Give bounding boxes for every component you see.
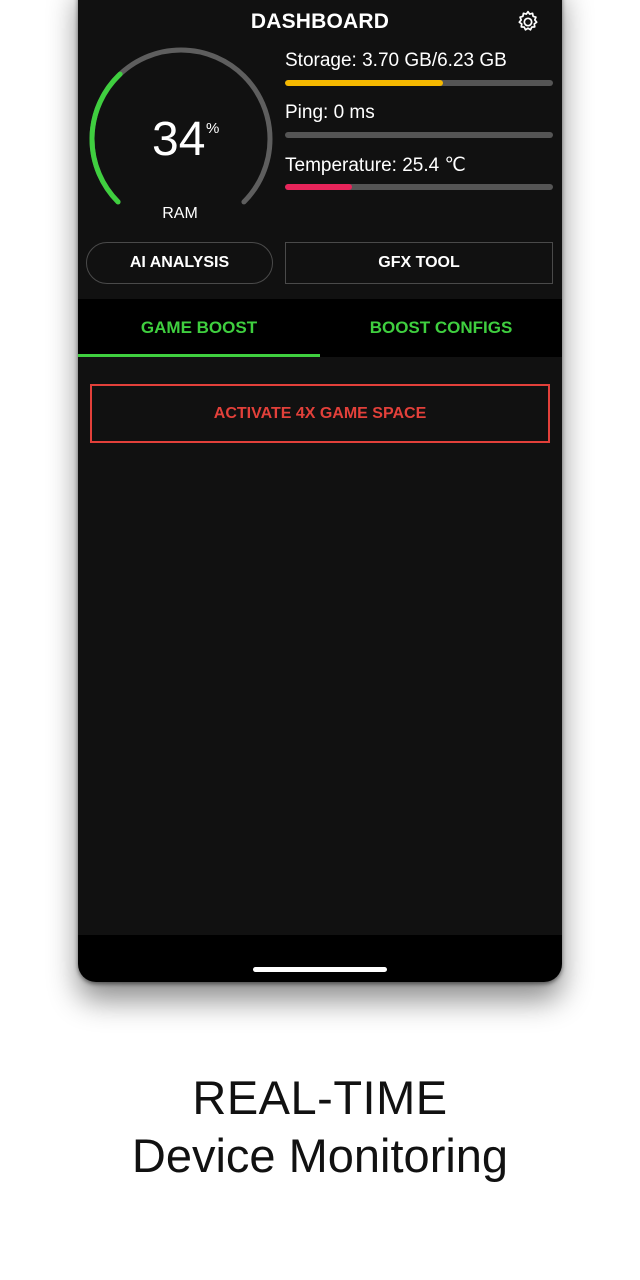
gear-icon[interactable] [515, 9, 541, 35]
gauge-fill [89, 71, 123, 205]
tab-bar: GAME BOOST BOOST CONFIGS [78, 299, 562, 357]
tab-boost-configs[interactable]: BOOST CONFIGS [320, 299, 562, 357]
ai-analysis-button[interactable]: AI ANALYSIS [86, 242, 273, 284]
ping-bar [285, 132, 553, 138]
temperature-label: Temperature: 25.4 ℃ [285, 155, 466, 176]
temperature-bar-fill [285, 184, 352, 190]
storage-label: Storage: 3.70 GB/6.23 GB [285, 50, 507, 71]
active-tab-indicator [78, 354, 320, 357]
dashboard-screen: DASHBOARD 34 % RAM Storage: 3.70 GB/6.23… [78, 0, 562, 935]
ram-unit: % [206, 120, 220, 137]
home-indicator[interactable] [253, 967, 387, 972]
promo-caption-subtitle: Device Monitoring [131, 1129, 509, 1182]
ping-label: Ping: 0 ms [285, 102, 375, 123]
temperature-bar [285, 184, 553, 190]
phone-frame: DASHBOARD 34 % RAM Storage: 3.70 GB/6.23… [78, 0, 562, 982]
tab-game-boost[interactable]: GAME BOOST [78, 299, 320, 357]
gfx-tool-button[interactable]: GFX TOOL [285, 242, 553, 284]
storage-bar [285, 80, 553, 86]
ram-label: RAM [162, 205, 198, 222]
page-title: DASHBOARD [250, 10, 390, 33]
ram-value: 34 [152, 113, 206, 166]
promo-caption-title: REAL-TIME [192, 1071, 448, 1124]
storage-bar-fill [285, 80, 444, 86]
activate-game-space-button[interactable]: ACTIVATE 4X GAME SPACE [90, 384, 550, 443]
